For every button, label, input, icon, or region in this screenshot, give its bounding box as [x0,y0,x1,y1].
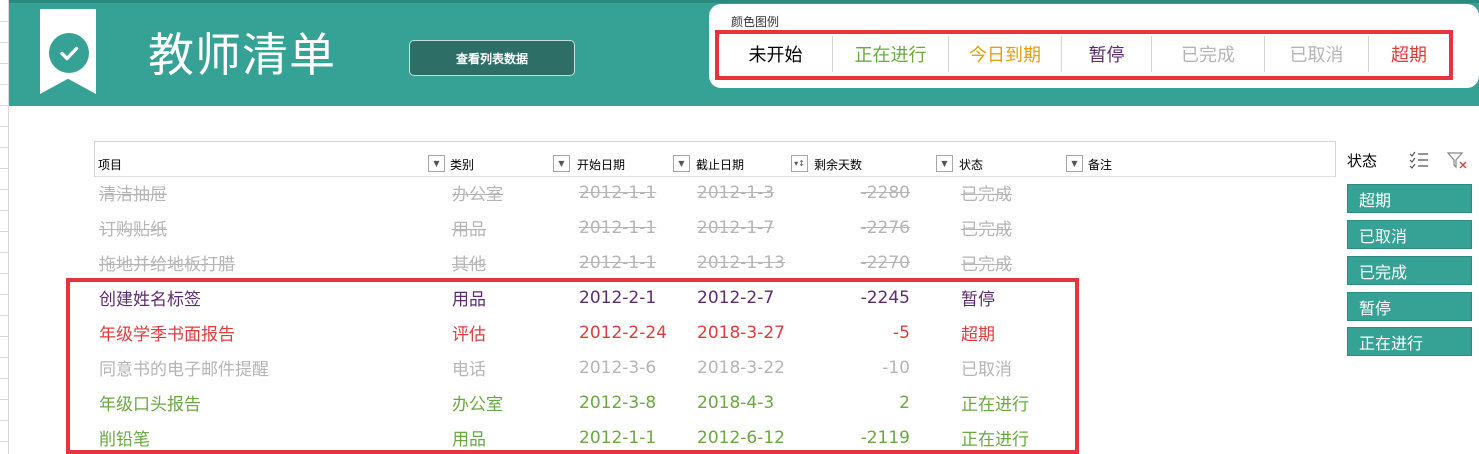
column-header-due-date[interactable]: 截止日期 [696,152,744,176]
table-row[interactable]: 清洁抽屉 办公室 2012-1-1 2012-1-3 -2280 已完成 [95,175,1335,210]
column-header-notes[interactable]: 备注 [1088,152,1112,176]
cell-due[interactable]: 2012-1-3 [697,175,817,210]
table-top-border [94,141,1336,142]
slicer-option-paused[interactable]: 暂停 [1347,292,1472,321]
slicer-title: 状态 [1347,152,1378,170]
clear-filter-icon[interactable] [1446,150,1468,170]
table-header-row: 项目 ▼ 类别 ▼ 开始日期 ▼ 截止日期 ▾↕ 剩余天数 ▼ 状态 ▼ 备注 [95,152,1335,176]
spreadsheet-page: 教师清单 查看列表数据 颜色图例 未开始 正在进行 今日到期 暂停 已完成 已取… [0,0,1479,454]
checkmark-icon [49,33,89,73]
cell-status[interactable]: 已完成 [961,245,1071,280]
table-row[interactable]: 订购贴纸 用品 2012-1-1 2012-1-7 -2276 已完成 [95,210,1335,245]
cell-days[interactable]: -2270 [815,245,910,280]
cell-item[interactable]: 订购贴纸 [99,210,429,245]
column-header-start-date[interactable]: 开始日期 [577,152,625,176]
cell-category[interactable]: 办公室 [452,175,562,210]
cell-start[interactable]: 2012-1-1 [579,175,689,210]
cell-status[interactable]: 已完成 [961,210,1071,245]
filter-dropdown-icon[interactable]: ▼ [673,155,690,172]
cell-days[interactable]: -2280 [815,175,910,210]
view-list-data-button[interactable]: 查看列表数据 [409,40,575,76]
filter-dropdown-icon[interactable]: ▼ [428,155,445,172]
sort-filter-icon[interactable]: ▾↕ [791,155,808,172]
cell-days[interactable]: -2276 [815,210,910,245]
slicer-option-in-progress[interactable]: 正在进行 [1347,327,1472,356]
cell-due[interactable]: 2012-1-7 [697,210,817,245]
filter-dropdown-icon[interactable]: ▼ [1066,155,1083,172]
slicer-option-cancelled[interactable]: 已取消 [1347,220,1472,249]
column-header-item[interactable]: 项目 [98,152,122,176]
banner-top-line [9,0,1479,3]
page-title: 教师清单 [148,28,336,82]
slicer-option-completed[interactable]: 已完成 [1347,256,1472,285]
slicer-option-overdue[interactable]: 超期 [1347,184,1472,213]
column-header-category[interactable]: 类别 [450,152,474,176]
column-header-days-left[interactable]: 剩余天数 [814,152,862,176]
cell-start[interactable]: 2012-1-1 [579,210,689,245]
cell-status[interactable]: 已完成 [961,175,1071,210]
legend-caption: 颜色图例 [731,15,780,29]
rows-highlight-frame [66,278,1079,454]
cell-due[interactable]: 2012-1-13 [697,245,817,280]
row-gridlines [0,0,9,454]
cell-item[interactable]: 拖地并给地板打腊 [99,245,429,280]
cell-category[interactable]: 用品 [452,210,562,245]
filter-dropdown-icon[interactable]: ▼ [553,155,570,172]
legend-highlight-frame [715,30,1453,80]
filter-dropdown-icon[interactable]: ▼ [936,155,953,172]
column-header-status[interactable]: 状态 [959,152,983,176]
multi-select-icon[interactable] [1408,150,1430,170]
cell-item[interactable]: 清洁抽屉 [99,175,429,210]
table-right-border [1335,141,1336,177]
cell-start[interactable]: 2012-1-1 [579,245,689,280]
cell-category[interactable]: 其他 [452,245,562,280]
table-row[interactable]: 拖地并给地板打腊 其他 2012-1-1 2012-1-13 -2270 已完成 [95,245,1335,280]
